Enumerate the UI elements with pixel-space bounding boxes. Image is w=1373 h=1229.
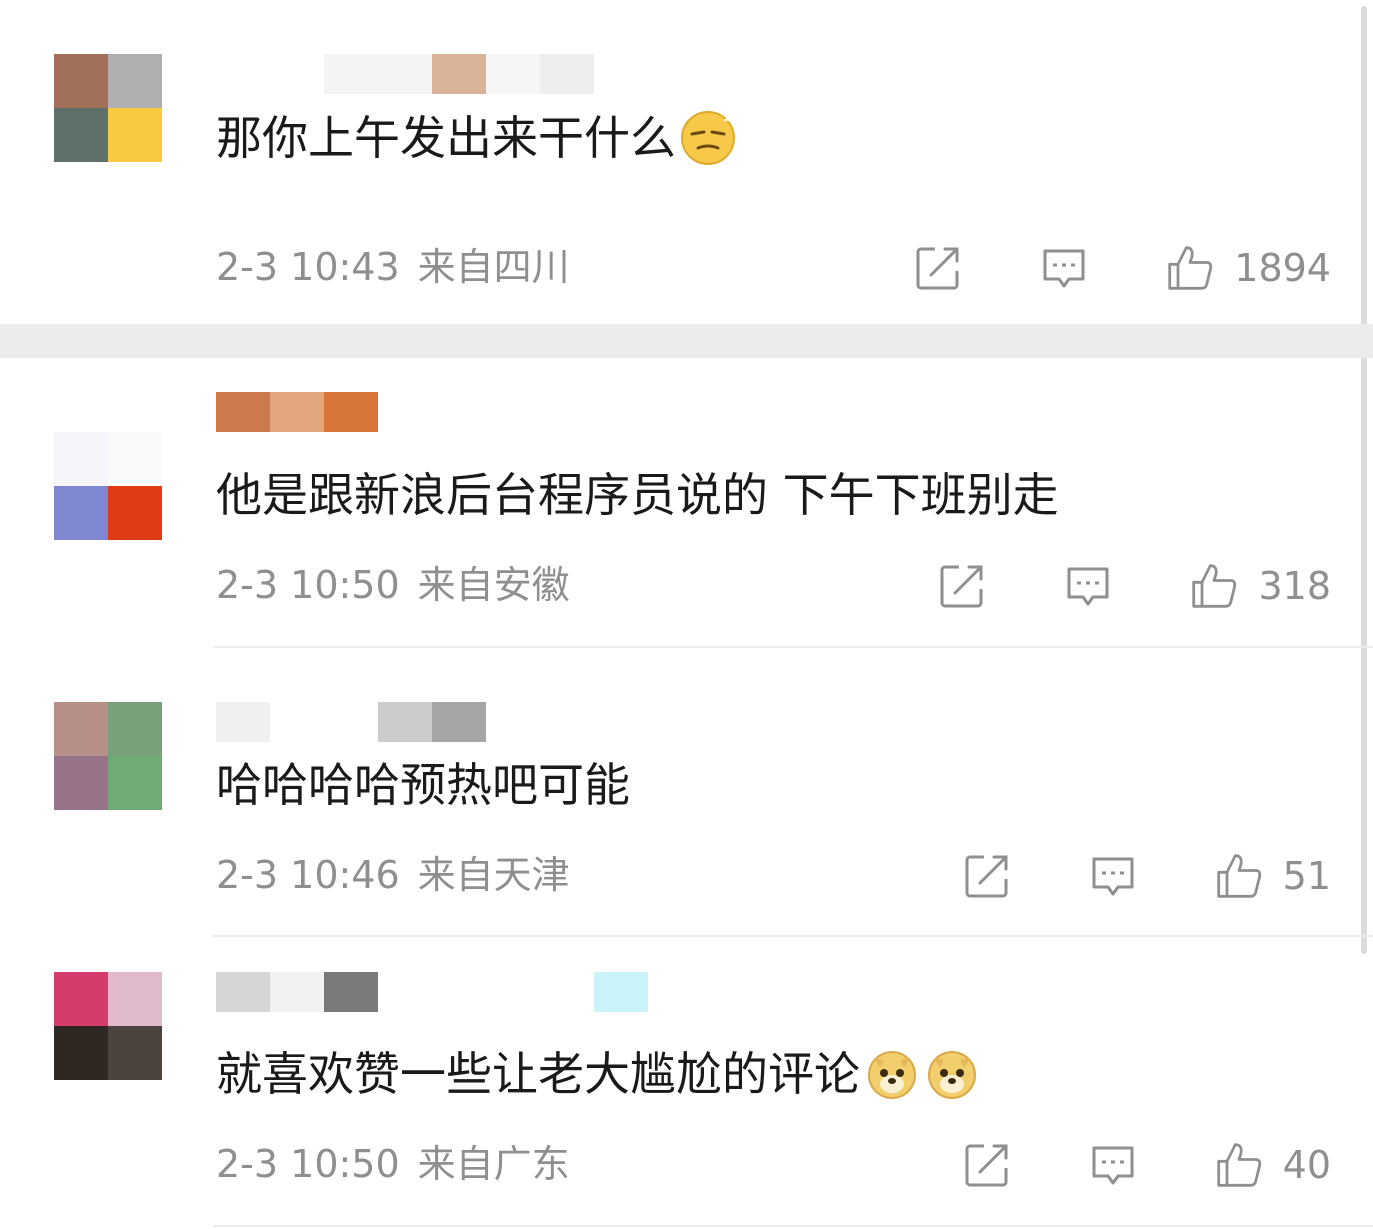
comment-meta: 2-3 10:46 来自天津 (216, 856, 570, 894)
scrollbar[interactable] (1361, 6, 1367, 954)
location: 来自天津 (417, 853, 570, 897)
comment-meta: 2-3 10:50 来自广东 (216, 1145, 570, 1183)
timestamp: 2-3 10:43 (216, 245, 400, 289)
share-icon[interactable] (938, 562, 986, 610)
comment-icon[interactable] (1064, 562, 1112, 610)
comment-text: 哈哈哈哈预热吧可能 (216, 758, 630, 812)
like-count: 1894 (1234, 246, 1331, 290)
location: 来自四川 (417, 245, 570, 289)
avatar[interactable] (54, 702, 162, 810)
thumbs-up-icon[interactable] (1215, 852, 1263, 900)
comment-meta: 2-3 10:43 来自四川 (216, 248, 570, 286)
timestamp: 2-3 10:50 (216, 1142, 400, 1186)
doge-emoji-icon (924, 1046, 980, 1102)
username-redacted[interactable] (216, 702, 486, 742)
username-redacted[interactable] (216, 54, 594, 94)
avatar[interactable] (54, 432, 162, 540)
avatar[interactable] (54, 54, 162, 162)
comment-actions: 40 (963, 1140, 1331, 1190)
share-icon[interactable] (914, 244, 962, 292)
comment-divider (213, 646, 1373, 648)
share-icon[interactable] (963, 1141, 1011, 1189)
location: 来自安徽 (417, 563, 570, 607)
username-redacted[interactable] (216, 392, 378, 432)
comment-icon[interactable] (1089, 1141, 1137, 1189)
doge-emoji-icon (864, 1046, 920, 1102)
comment-actions: 1894 (914, 243, 1331, 293)
comment-actions: 318 (938, 561, 1331, 611)
share-icon[interactable] (963, 852, 1011, 900)
timestamp: 2-3 10:46 (216, 853, 400, 897)
comment-text: 那你上午发出来干什么 (216, 110, 736, 166)
thumbs-up-icon[interactable] (1190, 562, 1238, 610)
like-count: 40 (1282, 1143, 1331, 1187)
comment-text: 就喜欢赞一些让老大尴尬的评论 (216, 1046, 980, 1102)
timestamp: 2-3 10:50 (216, 563, 400, 607)
thumbs-up-icon[interactable] (1166, 244, 1214, 292)
comment-divider (213, 1225, 1373, 1227)
comment-icon[interactable] (1089, 852, 1137, 900)
comment-text: 他是跟新浪后台程序员说的 下午下班别走 (216, 468, 1059, 522)
smirk-emoji-icon (680, 110, 736, 166)
comment-divider (213, 935, 1373, 937)
location: 来自广东 (417, 1142, 570, 1186)
comment-icon[interactable] (1040, 244, 1088, 292)
comment-actions: 51 (963, 851, 1331, 901)
like-count: 318 (1258, 564, 1331, 608)
username-redacted[interactable] (216, 972, 648, 1012)
avatar[interactable] (54, 972, 162, 1080)
thumbs-up-icon[interactable] (1215, 1141, 1263, 1189)
like-count: 51 (1282, 854, 1331, 898)
comment-meta: 2-3 10:50 来自安徽 (216, 566, 570, 604)
section-separator (0, 324, 1373, 358)
